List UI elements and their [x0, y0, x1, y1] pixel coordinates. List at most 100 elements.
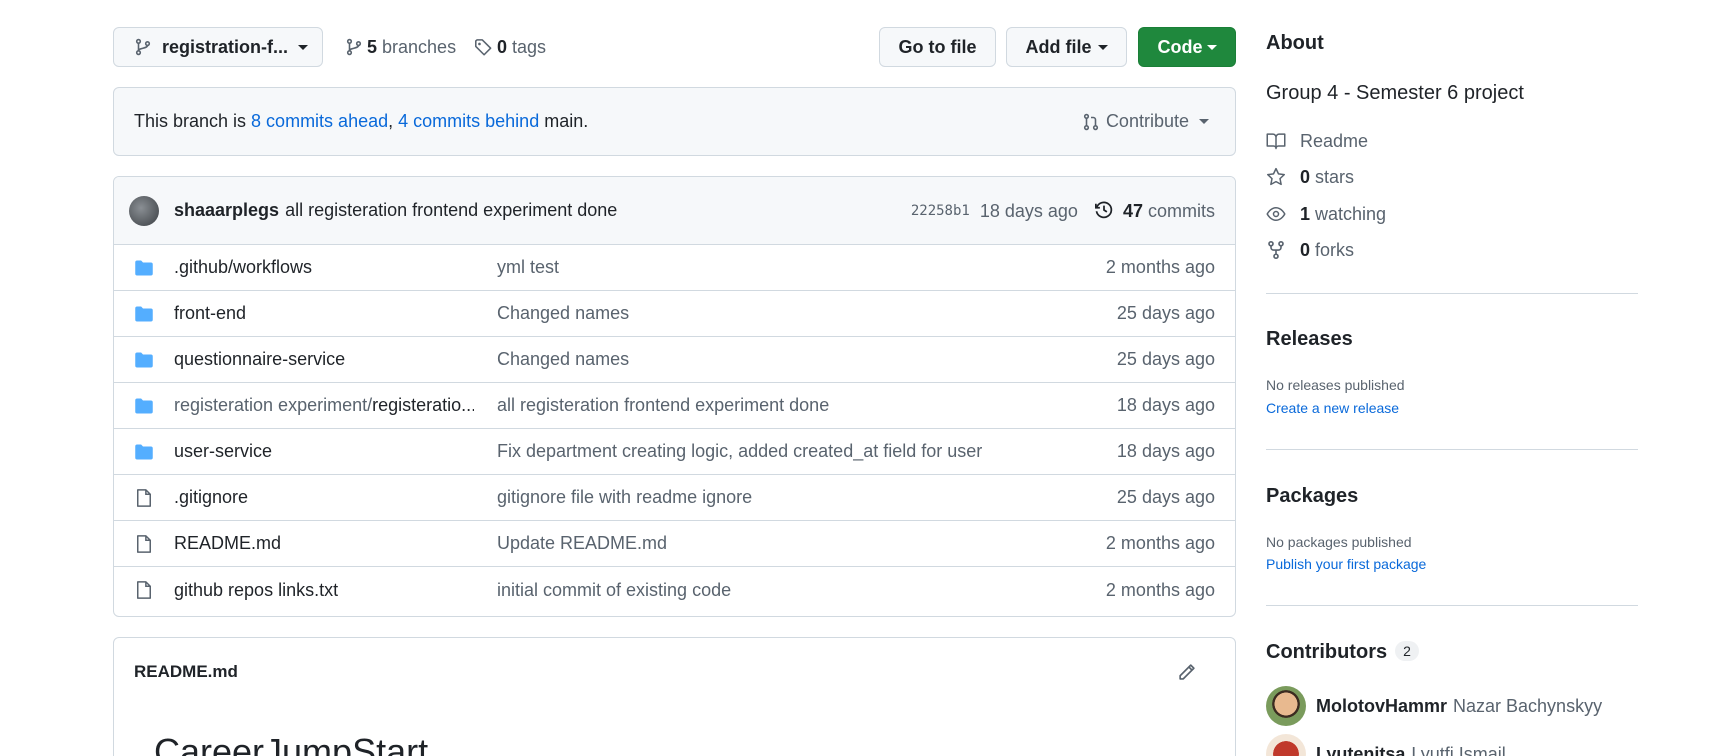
commits-ahead-link[interactable]: 8 commits ahead	[251, 111, 388, 132]
contributor-name: Lyutfi Ismail	[1411, 743, 1506, 756]
packages-title[interactable]: Packages	[1266, 485, 1358, 508]
commits-history-link[interactable]: 47 commits	[1094, 200, 1215, 222]
about-title: About	[1266, 32, 1324, 54]
contributor-login[interactable]: Lyutenitsa	[1316, 744, 1405, 756]
tag-icon	[475, 38, 492, 56]
history-icon	[1094, 201, 1113, 219]
watching-link[interactable]: 1 watching	[1266, 202, 1386, 226]
commit-author-link[interactable]: shaaarplegs	[174, 200, 279, 221]
avatar[interactable]	[1266, 734, 1306, 756]
folder-icon	[135, 260, 153, 276]
code-label: Code	[1157, 36, 1203, 57]
contributor-name: Nazar Bachynskyy	[1453, 695, 1603, 716]
contributors-title[interactable]: Contributors 2	[1266, 641, 1419, 664]
folder-icon	[135, 444, 153, 460]
contributor-item[interactable]: MolotovHammr Nazar Bachynskyy	[1266, 686, 1602, 726]
stars-label: stars	[1315, 166, 1355, 187]
file-name-link[interactable]: README.md	[174, 533, 474, 554]
file-browser: shaaarplegs all registeration frontend e…	[113, 176, 1236, 617]
contribute-dropdown[interactable]: Contribute	[1082, 88, 1209, 155]
watching-count: 1	[1300, 203, 1311, 224]
file-age: 2 months ago	[1105, 257, 1215, 277]
readme-link-label: Readme	[1300, 130, 1369, 151]
file-name-link[interactable]: registeration experiment/registeratio...	[174, 395, 474, 416]
file-name-link[interactable]: .gitignore	[174, 487, 474, 508]
git-pull-request-icon	[1083, 113, 1099, 130]
file-icon	[137, 581, 151, 599]
avatar[interactable]	[129, 195, 159, 226]
sidebar-divider	[1266, 293, 1638, 294]
forks-link[interactable]: 0 forks	[1266, 238, 1354, 262]
file-commit-message[interactable]: all registeration frontend experiment do…	[497, 395, 829, 416]
file-icon	[137, 535, 151, 553]
file-commit-message[interactable]: Changed names	[497, 303, 629, 324]
commits-behind-link[interactable]: 4 commits behind	[398, 111, 539, 132]
file-path-prefix: registeration experiment/	[174, 395, 373, 415]
add-file-label: Add file	[1025, 36, 1092, 57]
tags-link[interactable]: 0 tags	[474, 27, 546, 67]
file-commit-message[interactable]: yml test	[497, 257, 559, 278]
contributor-item[interactable]: Lyutenitsa Lyutfi Ismail	[1266, 734, 1506, 756]
packages-empty-text: No packages published	[1266, 534, 1412, 550]
contributor-login[interactable]: MolotovHammr	[1316, 696, 1447, 717]
file-name-link[interactable]: front-end	[174, 303, 474, 324]
file-name-link[interactable]: questionnaire-service	[174, 349, 474, 370]
avatar[interactable]	[1266, 686, 1306, 726]
branches-label: branches	[382, 36, 457, 57]
create-release-link[interactable]: Create a new release	[1266, 400, 1399, 416]
file-age: 2 months ago	[1105, 533, 1215, 553]
go-to-file-button[interactable]: Go to file	[879, 27, 996, 67]
commit-sha-link[interactable]: 22258b1	[911, 203, 970, 219]
file-row[interactable]: registeration experiment/registeratio...…	[114, 383, 1235, 429]
chevron-down-icon	[1199, 119, 1209, 124]
forks-label: forks	[1315, 239, 1355, 260]
file-age: 18 days ago	[1116, 441, 1215, 461]
file-name-link[interactable]: github repos links.txt	[174, 580, 474, 601]
stars-count: 0	[1300, 166, 1311, 187]
commit-age: 18 days ago	[979, 200, 1078, 221]
repo-forked-icon	[1268, 240, 1284, 260]
file-name-link[interactable]: user-service	[174, 441, 474, 462]
file-commit-message[interactable]: gitignore file with readme ignore	[497, 487, 752, 508]
sidebar-divider	[1266, 449, 1638, 450]
branches-link[interactable]: 5 branches	[345, 27, 456, 67]
pencil-icon[interactable]	[1177, 662, 1197, 682]
commit-count: 47	[1122, 201, 1143, 221]
readme-panel: README.md CareerJumpStart	[113, 637, 1236, 756]
code-button[interactable]: Code	[1138, 27, 1236, 67]
commit-message-link[interactable]: all registeration frontend experiment do…	[285, 200, 617, 221]
branch-name: registration-f...	[162, 36, 289, 57]
readme-heading: CareerJumpStart	[154, 731, 429, 756]
banner-suffix: main.	[544, 111, 589, 131]
go-to-file-label: Go to file	[898, 36, 977, 57]
branch-selector-button[interactable]: registration-f...	[113, 27, 323, 67]
file-commit-message[interactable]: Changed names	[497, 349, 629, 370]
file-name-link[interactable]: .github/workflows	[174, 257, 474, 278]
file-commit-message[interactable]: Fix department creating logic, added cre…	[497, 441, 982, 462]
stars-link[interactable]: 0 stars	[1266, 165, 1354, 189]
tags-label: tags	[512, 36, 547, 57]
file-row[interactable]: front-end Changed names 25 days ago	[114, 291, 1235, 337]
file-row[interactable]: github repos links.txt initial commit of…	[114, 567, 1235, 613]
file-row[interactable]: .github/workflows yml test 2 months ago	[114, 245, 1235, 291]
file-row[interactable]: questionnaire-service Changed names 25 d…	[114, 337, 1235, 383]
file-row[interactable]: user-service Fix department creating log…	[114, 429, 1235, 475]
readme-link[interactable]: Readme	[1266, 129, 1368, 153]
file-row[interactable]: README.md Update README.md 2 months ago	[114, 521, 1235, 567]
file-list: .github/workflows yml test 2 months ago …	[114, 245, 1235, 613]
folder-icon	[135, 306, 153, 322]
chevron-down-icon	[1097, 44, 1108, 50]
file-age: 18 days ago	[1116, 395, 1215, 415]
eye-icon	[1266, 206, 1286, 222]
file-commit-message[interactable]: Update README.md	[497, 533, 667, 554]
file-icon	[137, 489, 151, 507]
file-commit-message[interactable]: initial commit of existing code	[497, 580, 731, 601]
publish-package-link[interactable]: Publish your first package	[1266, 556, 1426, 572]
readme-header: README.md	[114, 638, 1235, 706]
add-file-button[interactable]: Add file	[1006, 27, 1127, 67]
banner-separator: ,	[388, 111, 394, 131]
file-row[interactable]: .gitignore gitignore file with readme ig…	[114, 475, 1235, 521]
releases-title[interactable]: Releases	[1266, 328, 1353, 351]
file-age: 25 days ago	[1116, 303, 1215, 323]
book-icon	[1266, 133, 1286, 150]
